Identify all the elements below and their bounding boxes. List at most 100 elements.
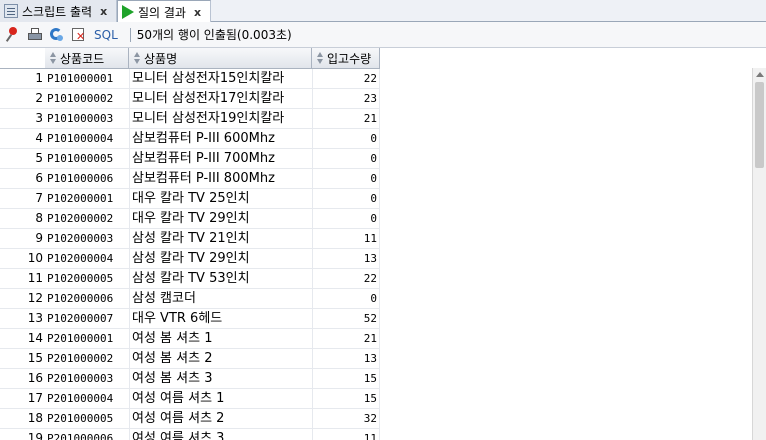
cell-product-name[interactable]: 삼성 캠코더 xyxy=(129,289,312,308)
cell-product-code[interactable]: P201000004 xyxy=(45,389,129,408)
close-icon[interactable]: x xyxy=(100,5,107,18)
table-row[interactable]: 17 P201000004 여성 여름 셔츠 1 15 xyxy=(0,389,380,409)
close-icon[interactable]: x xyxy=(194,6,201,19)
table-row[interactable]: 5 P101000005 삼보컴퓨터 P-III 700Mhz 0 xyxy=(0,149,380,169)
table-row[interactable]: 15 P201000002 여성 봄 셔츠 2 13 xyxy=(0,349,380,369)
cell-product-code[interactable]: P102000007 xyxy=(45,309,129,328)
column-header-product-code[interactable]: 상품코드 xyxy=(45,48,129,69)
row-number: 5 xyxy=(35,151,43,165)
table-row[interactable]: 1 P101000001 모니터 삼성전자15인치칼라 22 xyxy=(0,69,380,89)
pin-icon[interactable] xyxy=(4,26,22,44)
cell-product-name[interactable]: 삼보컴퓨터 P-III 600Mhz xyxy=(129,129,312,148)
cell-quantity[interactable]: 22 xyxy=(312,69,380,88)
export-icon[interactable] xyxy=(70,26,88,44)
cell-quantity[interactable]: 15 xyxy=(312,389,380,408)
cell-quantity[interactable]: 0 xyxy=(312,129,380,148)
cell-product-code[interactable]: P102000001 xyxy=(45,189,129,208)
cell-product-name[interactable]: 대우 칼라 TV 29인치 xyxy=(129,209,312,228)
table-row[interactable]: 7 P102000001 대우 칼라 TV 25인치 0 xyxy=(0,189,380,209)
cell-quantity[interactable]: 0 xyxy=(312,289,380,308)
table-row[interactable]: 14 P201000001 여성 봄 셔츠 1 21 xyxy=(0,329,380,349)
table-row[interactable]: 3 P101000003 모니터 삼성전자19인치칼라 21 xyxy=(0,109,380,129)
cell-quantity[interactable]: 21 xyxy=(312,109,380,128)
table-row[interactable]: 16 P201000003 여성 봄 셔츠 3 15 xyxy=(0,369,380,389)
table-row[interactable]: 13 P102000007 대우 VTR 6헤드 52 xyxy=(0,309,380,329)
cell-product-name[interactable]: 여성 여름 셔츠 2 xyxy=(129,409,312,428)
scrollbar-thumb[interactable] xyxy=(755,82,764,168)
table-row[interactable]: 10 P102000004 삼성 칼라 TV 29인치 13 xyxy=(0,249,380,269)
cell-quantity[interactable]: 11 xyxy=(312,429,380,440)
cell-product-name[interactable]: 여성 여름 셔츠 1 xyxy=(129,389,312,408)
column-header-label: 입고수량 xyxy=(327,51,372,66)
cell-product-code[interactable]: P102000003 xyxy=(45,229,129,248)
table-row[interactable]: 18 P201000005 여성 여름 셔츠 2 32 xyxy=(0,409,380,429)
cell-product-name[interactable]: 여성 여름 셔츠 3 xyxy=(129,429,312,440)
cell-quantity[interactable]: 23 xyxy=(312,89,380,108)
cell-quantity[interactable]: 32 xyxy=(312,409,380,428)
scroll-up-icon[interactable] xyxy=(756,72,764,77)
cell-product-code[interactable]: P201000002 xyxy=(45,349,129,368)
sql-button[interactable]: SQL xyxy=(94,28,118,42)
column-header-product-name[interactable]: 상품명 xyxy=(129,48,312,69)
cell-product-code[interactable]: P101000006 xyxy=(45,169,129,188)
print-icon[interactable] xyxy=(26,26,44,44)
cell-product-name[interactable]: 삼성 칼라 TV 21인치 xyxy=(129,229,312,248)
cell-product-name[interactable]: 삼보컴퓨터 P-III 800Mhz xyxy=(129,169,312,188)
row-number: 12 xyxy=(27,291,43,305)
cell-product-code[interactable]: P101000001 xyxy=(45,69,129,88)
refresh-icon[interactable] xyxy=(48,26,66,44)
table-row[interactable]: 8 P102000002 대우 칼라 TV 29인치 0 xyxy=(0,209,380,229)
sort-icon[interactable] xyxy=(49,52,57,64)
cell-quantity[interactable]: 52 xyxy=(312,309,380,328)
cell-quantity[interactable]: 0 xyxy=(312,189,380,208)
cell-quantity[interactable]: 0 xyxy=(312,149,380,168)
cell-product-code[interactable]: P102000004 xyxy=(45,249,129,268)
table-row[interactable]: 9 P102000003 삼성 칼라 TV 21인치 11 xyxy=(0,229,380,249)
cell-product-name[interactable]: 삼보컴퓨터 P-III 700Mhz xyxy=(129,149,312,168)
cell-quantity[interactable]: 21 xyxy=(312,329,380,348)
sort-icon[interactable] xyxy=(133,52,141,64)
cell-product-code[interactable]: P201000003 xyxy=(45,369,129,388)
tab-query-result[interactable]: 질의 결과 x xyxy=(117,0,211,23)
cell-quantity[interactable]: 0 xyxy=(312,209,380,228)
table-row[interactable]: 4 P101000004 삼보컴퓨터 P-III 600Mhz 0 xyxy=(0,129,380,149)
cell-product-code[interactable]: P101000003 xyxy=(45,109,129,128)
cell-quantity[interactable]: 13 xyxy=(312,349,380,368)
table-row[interactable]: 6 P101000006 삼보컴퓨터 P-III 800Mhz 0 xyxy=(0,169,380,189)
cell-product-code[interactable]: P201000001 xyxy=(45,329,129,348)
cell-product-name[interactable]: 대우 칼라 TV 25인치 xyxy=(129,189,312,208)
cell-product-name[interactable]: 대우 VTR 6헤드 xyxy=(129,309,312,328)
table-row[interactable]: 11 P102000005 삼성 칼라 TV 53인치 22 xyxy=(0,269,380,289)
cell-quantity[interactable]: 22 xyxy=(312,269,380,288)
column-header-quantity[interactable]: 입고수량 xyxy=(312,48,380,69)
cell-product-name[interactable]: 삼성 칼라 TV 29인치 xyxy=(129,249,312,268)
cell-product-code[interactable]: P101000002 xyxy=(45,89,129,108)
cell-product-code[interactable]: P102000005 xyxy=(45,269,129,288)
cell-product-name[interactable]: 모니터 삼성전자17인치칼라 xyxy=(129,89,312,108)
cell-quantity[interactable]: 13 xyxy=(312,249,380,268)
cell-product-code[interactable]: P201000006 xyxy=(45,429,129,440)
cell-quantity[interactable]: 0 xyxy=(312,169,380,188)
cell-quantity[interactable]: 11 xyxy=(312,229,380,248)
cell-product-code[interactable]: P102000006 xyxy=(45,289,129,308)
cell-product-code[interactable]: P101000005 xyxy=(45,149,129,168)
cell-product-name[interactable]: 모니터 삼성전자19인치칼라 xyxy=(129,109,312,128)
tab-script-output[interactable]: 스크립트 출력 x xyxy=(0,0,117,22)
sort-icon[interactable] xyxy=(316,52,324,64)
cell-product-name[interactable]: 삼성 칼라 TV 53인치 xyxy=(129,269,312,288)
cell-product-name[interactable]: 여성 봄 셔츠 1 xyxy=(129,329,312,348)
cell-product-code[interactable]: P102000002 xyxy=(45,209,129,228)
tab-label: 질의 결과 xyxy=(138,5,186,20)
cell-product-name[interactable]: 모니터 삼성전자15인치칼라 xyxy=(129,69,312,88)
cell-quantity[interactable]: 15 xyxy=(312,369,380,388)
table-row[interactable]: 2 P101000002 모니터 삼성전자17인치칼라 23 xyxy=(0,89,380,109)
cell-product-name[interactable]: 여성 봄 셔츠 2 xyxy=(129,349,312,368)
table-row[interactable]: 19 P201000006 여성 여름 셔츠 3 11 xyxy=(0,429,380,440)
tab-label: 스크립트 출력 xyxy=(22,4,93,19)
vertical-scrollbar[interactable] xyxy=(752,68,766,440)
cell-product-name[interactable]: 여성 봄 셔츠 3 xyxy=(129,369,312,388)
row-number: 18 xyxy=(27,411,43,425)
cell-product-code[interactable]: P201000005 xyxy=(45,409,129,428)
cell-product-code[interactable]: P101000004 xyxy=(45,129,129,148)
table-row[interactable]: 12 P102000006 삼성 캠코더 0 xyxy=(0,289,380,309)
